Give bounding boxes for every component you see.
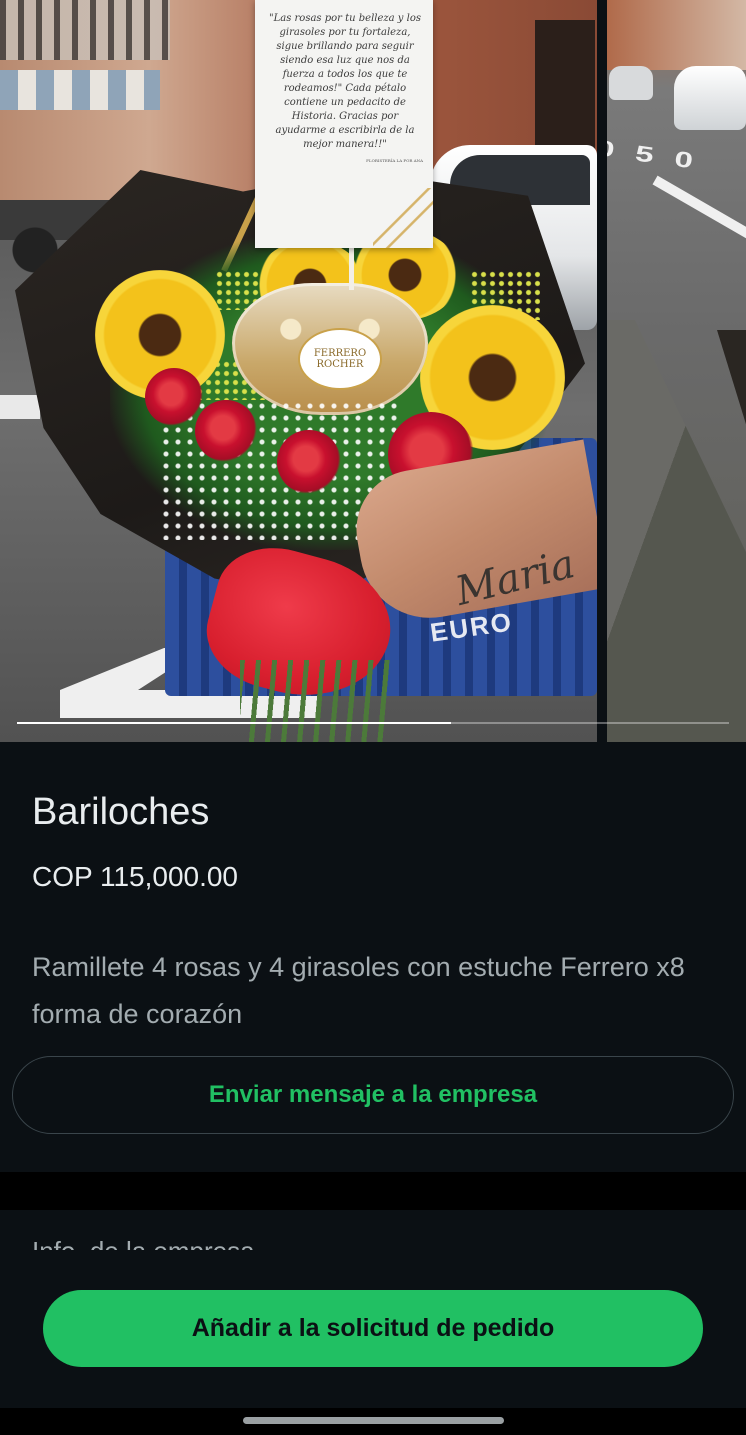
background-building	[607, 0, 746, 70]
card-message: "Las rosas por tu belleza y los girasole…	[269, 13, 421, 150]
product-name: Bariloches	[32, 791, 210, 833]
section-separator	[0, 1172, 746, 1210]
background-car	[674, 66, 746, 130]
background-awning	[0, 70, 160, 110]
bottom-action-bar: Añadir a la solicitud de pedido	[0, 1250, 746, 1408]
carousel-progress-fill	[17, 722, 452, 724]
next-product-photo[interactable]: 0 5 0	[607, 0, 746, 742]
home-indicator[interactable]	[243, 1417, 504, 1424]
message-business-button[interactable]: Enviar mensaje a la empresa	[12, 1056, 734, 1134]
product-detail-screen: EURO FERRERO ROCHER Maria "Las rosas por…	[0, 0, 746, 1435]
message-card: "Las rosas por tu belleza y los girasole…	[255, 0, 433, 248]
ferrero-label-text: FERRERO ROCHER	[313, 348, 367, 370]
bouquet-wrapping-edge	[717, 330, 746, 460]
rose	[195, 400, 257, 462]
card-signature: FLORISTERÍA LA FOR ANA	[366, 158, 423, 163]
flower-stems	[240, 660, 390, 742]
product-image-carousel[interactable]: EURO FERRERO ROCHER Maria "Las rosas por…	[0, 0, 746, 742]
product-price: COP 115,000.00	[32, 861, 239, 892]
rose	[145, 368, 203, 426]
road-marking	[652, 175, 746, 245]
sidewalk	[607, 320, 746, 742]
product-description: Ramillete 4 rosas y 4 girasoles con estu…	[32, 952, 685, 1029]
rose	[277, 430, 341, 494]
system-navigation-bar	[0, 1408, 746, 1435]
carousel-progress	[17, 722, 729, 724]
add-to-order-button[interactable]: Añadir a la solicitud de pedido	[43, 1290, 703, 1367]
card-gold-lines	[373, 188, 433, 248]
carousel-divider	[597, 0, 607, 742]
road-marking	[0, 395, 40, 419]
product-details: Bariloches COP 115,000.00 Ramillete 4 ro…	[0, 742, 746, 1172]
road-text: 0 5 0	[607, 134, 701, 175]
ferrero-label: FERRERO ROCHER	[300, 330, 380, 388]
background-car	[609, 66, 653, 100]
product-photo[interactable]: EURO FERRERO ROCHER Maria "Las rosas por…	[0, 0, 597, 742]
background-balcony	[0, 0, 170, 60]
